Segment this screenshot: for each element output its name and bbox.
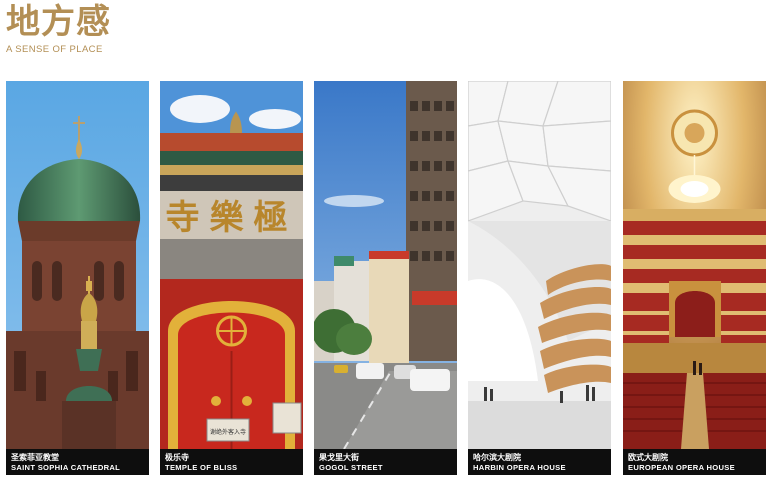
- temple-sign-text: 寺樂極: [166, 198, 298, 238]
- card-caption: 欧式大剧院 EUROPEAN OPERA HOUSE: [623, 449, 766, 475]
- caption-chinese: 欧式大剧院: [628, 453, 668, 462]
- gogol-street-photo: [314, 81, 457, 449]
- page-header: 地方感 A SENSE OF PLACE: [6, 2, 111, 55]
- caption-english: EUROPEAN OPERA HOUSE: [628, 463, 735, 472]
- card-temple-of-bliss[interactable]: 寺樂極 谢绝外客入寺 极乐寺 TEMPLE OF BLISS: [160, 81, 303, 475]
- caption-chinese: 极乐寺: [165, 453, 189, 462]
- card-european-opera-house[interactable]: 欧式大剧院 EUROPEAN OPERA HOUSE: [623, 81, 766, 475]
- caption-english: TEMPLE OF BLISS: [165, 463, 238, 472]
- page-title: 地方感: [6, 2, 111, 42]
- caption-english: GOGOL STREET: [319, 463, 383, 472]
- card-harbin-opera-house[interactable]: 哈尔滨大剧院 HARBIN OPERA HOUSE: [468, 81, 611, 475]
- photo-gallery: 圣索菲亚教堂 SAINT SOPHIA CATHEDRAL 寺樂極 谢绝外客入寺…: [6, 81, 766, 475]
- card-gogol-street[interactable]: 果戈里大街 GOGOL STREET: [314, 81, 457, 475]
- card-caption: 哈尔滨大剧院 HARBIN OPERA HOUSE: [468, 449, 611, 475]
- temple-of-bliss-photo: 寺樂極 谢绝外客入寺: [160, 81, 303, 449]
- card-caption: 极乐寺 TEMPLE OF BLISS: [160, 449, 303, 475]
- saint-sophia-photo: [6, 81, 149, 449]
- european-opera-house-photo: [623, 81, 766, 449]
- caption-chinese: 圣索菲亚教堂: [11, 453, 59, 462]
- temple-plaque-text: 谢绝外客入寺: [210, 428, 246, 436]
- card-saint-sophia[interactable]: 圣索菲亚教堂 SAINT SOPHIA CATHEDRAL: [6, 81, 149, 475]
- card-caption: 圣索菲亚教堂 SAINT SOPHIA CATHEDRAL: [6, 449, 149, 475]
- caption-chinese: 果戈里大街: [319, 453, 359, 462]
- harbin-opera-house-photo: [468, 81, 611, 449]
- caption-chinese: 哈尔滨大剧院: [473, 453, 521, 462]
- caption-english: SAINT SOPHIA CATHEDRAL: [11, 463, 121, 472]
- card-caption: 果戈里大街 GOGOL STREET: [314, 449, 457, 475]
- page-subtitle: A SENSE OF PLACE: [6, 44, 103, 55]
- caption-english: HARBIN OPERA HOUSE: [473, 463, 566, 472]
